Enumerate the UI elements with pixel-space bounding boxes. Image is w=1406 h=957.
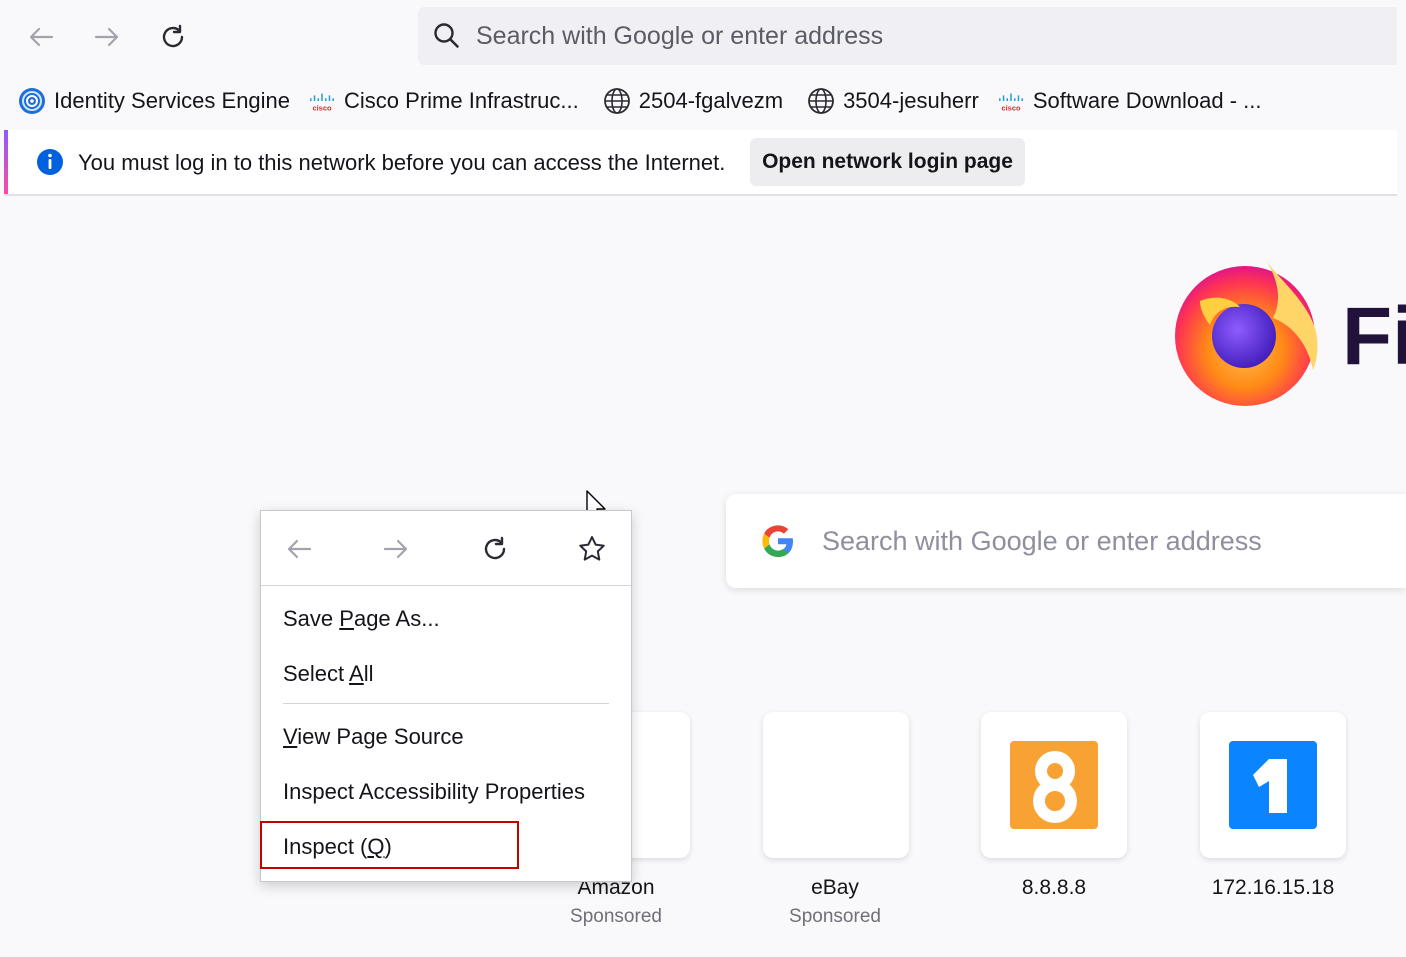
context-forward-button[interactable]: [376, 529, 416, 569]
number-eight-icon: [1010, 741, 1098, 829]
bookmark-label: 2504-fgalvezm: [638, 88, 784, 113]
menu-item-view-page-source[interactable]: View Page Source: [283, 724, 464, 750]
menu-text: age As...: [353, 606, 440, 631]
menu-text: ll: [363, 661, 374, 686]
menu-accesskey: P: [339, 606, 354, 631]
bookmark-3504[interactable]: 3504-jesuherr: [807, 87, 979, 115]
top-site-sponsored: Sponsored: [789, 906, 881, 927]
arrow-left-icon: [29, 27, 54, 47]
toolbar: Search with Google or enter address: [0, 0, 1397, 76]
menu-item-select-all[interactable]: Select All: [283, 661, 374, 687]
firefox-logo-icon: [1175, 258, 1318, 406]
reload-icon: [484, 536, 506, 560]
context-reload-button[interactable]: [475, 529, 515, 569]
captive-portal-notification: You must log in to this network before y…: [4, 130, 1397, 196]
reload-button[interactable]: [152, 16, 194, 58]
info-icon: [37, 149, 63, 175]
arrow-right-icon: [94, 27, 119, 47]
top-site-label: 8.8.8.8: [1021, 876, 1087, 899]
cisco-icon: cisco: [308, 87, 336, 115]
reload-icon: [162, 24, 184, 48]
page-search-placeholder: Search with Google or enter address: [822, 525, 1262, 556]
notification-accent: [4, 130, 8, 194]
svg-text:cisco: cisco: [1001, 103, 1021, 112]
url-bar[interactable]: Search with Google or enter address: [418, 7, 1397, 65]
arrow-left-icon: [287, 539, 312, 559]
arrow-right-icon: [383, 539, 408, 559]
menu-text: Save: [283, 606, 340, 631]
forward-button[interactable]: [86, 16, 128, 58]
top-site-8888[interactable]: [981, 712, 1127, 858]
menu-accesskey: A: [349, 661, 364, 686]
context-bookmark-button[interactable]: [572, 529, 612, 569]
context-nav-row: [261, 511, 631, 586]
menu-item-save-page-as[interactable]: Save Page As...: [283, 606, 440, 632]
number-one-icon: [1229, 741, 1317, 829]
globe-icon: [603, 87, 631, 115]
bookmark-cisco-prime[interactable]: cisco Cisco Prime Infrastruc...: [308, 87, 579, 115]
cisco-icon: cisco: [997, 87, 1025, 115]
firefox-wordmark: Fi: [1342, 291, 1406, 382]
search-icon: [434, 23, 459, 48]
menu-text: iew Page Source: [297, 724, 464, 749]
inspect-highlight-box: [260, 821, 519, 869]
top-site-sponsored: Sponsored: [570, 906, 662, 927]
menu-text: Select: [283, 661, 350, 686]
menu-separator: [283, 703, 609, 704]
top-site-ebay[interactable]: [763, 712, 909, 858]
globe-icon: [807, 87, 835, 115]
star-icon: [579, 536, 605, 561]
context-back-button[interactable]: [279, 529, 319, 569]
open-login-page-button[interactable]: Open network login page: [750, 138, 1025, 186]
back-button[interactable]: [20, 16, 62, 58]
top-site-label: 172.16.15.18: [1211, 876, 1335, 899]
page-search-box[interactable]: Search with Google or enter address: [726, 494, 1406, 588]
menu-accesskey: V: [283, 724, 298, 749]
bookmark-2504[interactable]: 2504-fgalvezm: [603, 87, 783, 115]
top-site-label: eBay: [811, 876, 859, 899]
bookmark-label: 3504-jesuherr: [843, 88, 979, 113]
menu-text: Inspect Accessibility Properties: [283, 779, 586, 804]
bookmark-label: Cisco Prime Infrastruc...: [344, 88, 579, 113]
svg-text:cisco: cisco: [313, 103, 333, 112]
google-g-icon: [762, 525, 793, 557]
bookmark-label: Identity Services Engine: [54, 88, 291, 113]
ise-icon: [18, 87, 46, 115]
top-site-172-16-15-18[interactable]: [1200, 712, 1346, 858]
notification-message: You must log in to this network before y…: [78, 150, 726, 175]
bookmark-ise[interactable]: Identity Services Engine: [18, 87, 290, 115]
url-placeholder: Search with Google or enter address: [476, 21, 884, 50]
bookmark-label: Software Download - ...: [1032, 88, 1262, 113]
bookmark-software-download[interactable]: cisco Software Download - ...: [997, 87, 1262, 115]
menu-item-inspect-accessibility[interactable]: Inspect Accessibility Properties: [283, 779, 585, 805]
bookmarks-bar: Identity Services Engine cisco Cisco Pri…: [0, 78, 1397, 124]
